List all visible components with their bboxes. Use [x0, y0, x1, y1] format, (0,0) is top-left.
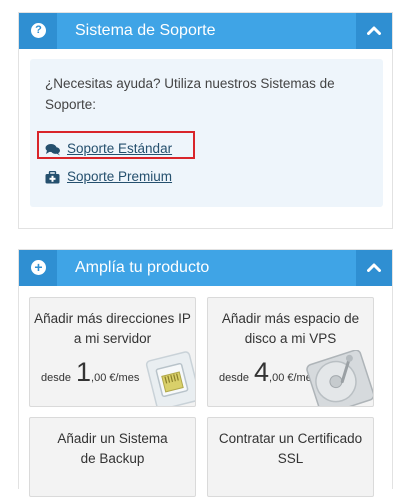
help-text: ¿Necesitas ayuda? Utiliza nuestros Siste… [45, 76, 335, 112]
product-panel: + Amplía tu producto Añadir más direccio… [18, 249, 393, 497]
product-header-icon-box: + [19, 250, 57, 286]
price-integer: 4 [253, 357, 270, 387]
price-decimal: ,00 €/mes [91, 372, 140, 384]
card-price: desde 1,00 €/mes [41, 357, 139, 388]
product-card-ssl[interactable]: Contratar un Certificado SSL [207, 417, 374, 497]
soporte-estandar-label[interactable]: Soporte Estándar [67, 140, 172, 158]
comments-icon [45, 144, 60, 156]
hard-disk-icon [306, 350, 373, 406]
plus-circle-icon: + [31, 260, 46, 275]
card-price: desde 4,00 €/mes [219, 357, 317, 388]
product-panel-title: Amplía tu producto [75, 259, 210, 276]
medkit-icon [45, 171, 60, 184]
price-prefix: desde [219, 372, 249, 384]
support-box: ¿Necesitas ayuda? Utiliza nuestros Siste… [30, 59, 383, 207]
support-panel: ? Sistema de Soporte ¿Necesitas ayuda? U… [18, 12, 393, 229]
question-circle-icon: ? [31, 23, 46, 38]
support-panel-header[interactable]: ? Sistema de Soporte [19, 13, 392, 49]
soporte-premium-label[interactable]: Soporte Premium [67, 168, 172, 186]
chevron-up-icon [367, 26, 381, 35]
product-card-backup[interactable]: Añadir un Sistema de Backup [29, 417, 196, 497]
collapse-product-button[interactable] [356, 250, 392, 286]
support-header-icon-box: ? [19, 13, 57, 49]
support-panel-title: Sistema de Soporte [75, 22, 216, 39]
card-title: Añadir más espacio de disco a mi VPS [221, 311, 360, 346]
card-title: Contratar un Certificado SSL [218, 431, 363, 466]
price-integer: 1 [75, 357, 92, 387]
product-card-ip[interactable]: Añadir más direcciones IP a mi servidor … [29, 297, 196, 407]
price-prefix: desde [41, 372, 71, 384]
chevron-up-icon [367, 263, 381, 272]
card-title: Añadir un Sistema de Backup [57, 431, 168, 466]
product-panel-header[interactable]: + Amplía tu producto [19, 250, 392, 286]
card-title: Añadir más direcciones IP a mi servidor [34, 311, 191, 346]
network-port-icon [145, 351, 195, 406]
product-card-disk[interactable]: Añadir más espacio de disco a mi VPS des… [207, 297, 374, 407]
collapse-support-button[interactable] [356, 13, 392, 49]
